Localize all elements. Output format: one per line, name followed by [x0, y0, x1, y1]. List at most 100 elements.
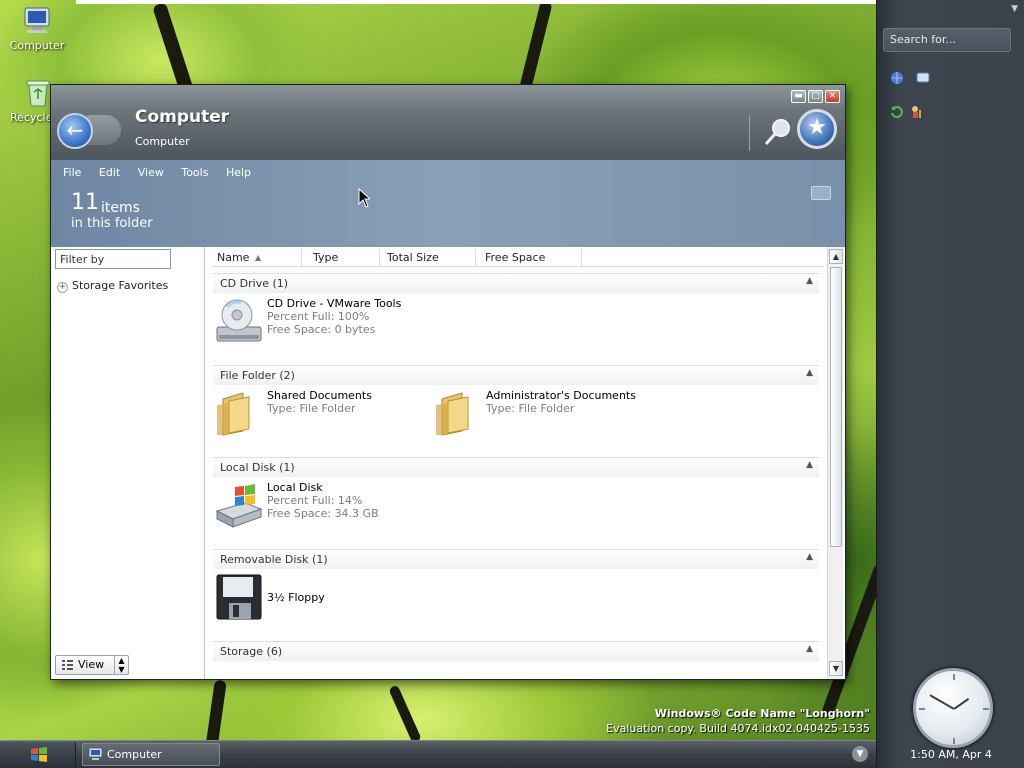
group-header-label: CD Drive (1): [220, 277, 289, 290]
preview-pane-button[interactable]: [811, 186, 831, 200]
sidebar-search-input[interactable]: Search for...: [883, 28, 1011, 52]
start-button[interactable]: [0, 742, 76, 767]
explorer-window: ← Computer Computer ▬ □ ✕ ★ File Edit Vi…: [50, 84, 846, 680]
collapse-icon[interactable]: ▲: [806, 552, 813, 562]
floppy-icon: [216, 574, 262, 620]
back-button[interactable]: ←: [57, 113, 93, 149]
item-name: Shared Documents: [267, 389, 372, 402]
list-view-icon: [62, 660, 73, 670]
group-header-local-disk[interactable]: Local Disk (1) ▲: [213, 457, 819, 477]
collapse-icon[interactable]: ▲: [806, 276, 813, 286]
group-header-label: Local Disk (1): [220, 461, 295, 474]
collapse-icon[interactable]: ▲: [806, 368, 813, 378]
view-spinner-icon[interactable]: ▲ ▼: [114, 656, 128, 674]
folder-icon: [217, 392, 250, 436]
menu-help[interactable]: Help: [226, 166, 251, 179]
star-icon: ★: [807, 115, 827, 140]
collapse-icon[interactable]: ▲: [806, 460, 813, 470]
list-item-local-disk[interactable]: Local Disk Percent Full: 14% Free Space:…: [215, 481, 415, 529]
globe-icon[interactable]: [889, 70, 905, 86]
computer-icon: [21, 6, 53, 36]
scroll-up-button[interactable]: ▲: [829, 249, 843, 264]
group-header-label: File Folder (2): [220, 369, 295, 382]
list-item-floppy[interactable]: 3½ Floppy: [215, 573, 375, 621]
storage-favorites[interactable]: + Storage Favorites: [57, 279, 168, 293]
expand-icon[interactable]: +: [57, 282, 68, 293]
watermark-build: Evaluation copy. Build 4074.idx02.040425…: [606, 722, 870, 735]
clock-time: 1:50 AM, Apr 4: [910, 748, 992, 761]
watermark-product: Windows® Code Name "Longhorn": [654, 707, 870, 720]
analog-clock: [913, 668, 993, 748]
item-name: CD Drive - VMware Tools: [267, 297, 402, 310]
column-type[interactable]: Type: [313, 251, 338, 264]
item-name: Local Disk: [267, 481, 323, 494]
window-title: Computer: [135, 107, 230, 127]
column-free-space[interactable]: Free Space: [485, 251, 545, 264]
content-pane: Name ▲ Type Total Size Free Space CD Dri…: [207, 247, 827, 679]
sidebar: ▼ Search for... 1:50 AM, Apr 4: [876, 0, 1024, 768]
minimize-button[interactable]: ▬: [791, 90, 806, 103]
collapse-icon[interactable]: ▲: [806, 644, 813, 654]
top-white-bar: [76, 0, 876, 4]
mouse-cursor-icon: [358, 188, 370, 208]
group-header-storage[interactable]: Storage (6) ▲: [213, 641, 819, 661]
wallpaper-branch: [205, 679, 227, 740]
group-header-cd-drive[interactable]: CD Drive (1) ▲: [213, 273, 819, 293]
item-detail: Type: File Folder: [267, 402, 356, 415]
menu-file[interactable]: File: [63, 166, 81, 179]
maximize-button[interactable]: □: [808, 90, 823, 103]
menu-tools[interactable]: Tools: [181, 166, 208, 179]
clock-hour-hand: [953, 697, 970, 710]
desktop-icon-label: Computer: [9, 39, 65, 52]
menu-bar: File Edit View Tools Help: [63, 166, 265, 179]
sort-ascending-icon: ▲: [255, 253, 262, 262]
menu-view[interactable]: View: [138, 166, 164, 179]
item-count-sub: in this folder: [71, 216, 153, 231]
desktop-icon-computer[interactable]: Computer: [2, 6, 72, 52]
clock-minute-hand: [929, 694, 955, 710]
toolbar-divider: [749, 115, 750, 151]
back-arrow-icon: ←: [66, 118, 84, 142]
scroll-down-button[interactable]: ▼: [829, 661, 843, 676]
navigation-pane: Filter by + Storage Favorites View ▲ ▼: [51, 247, 205, 679]
folder-icon: [436, 392, 469, 436]
list-item-cd-drive[interactable]: CD Drive - VMware Tools Percent Full: 10…: [215, 297, 475, 345]
view-button[interactable]: View ▲ ▼: [55, 655, 129, 675]
chat-icon[interactable]: [915, 70, 931, 86]
close-icon: ✕: [828, 91, 837, 101]
wallpaper-branch: [388, 684, 422, 740]
search-icon[interactable]: [763, 117, 793, 147]
window-titlebar[interactable]: ← Computer Computer ▬ □ ✕ ★: [51, 85, 845, 159]
scroll-thumb[interactable]: [830, 267, 842, 547]
menu-edit[interactable]: Edit: [99, 166, 120, 179]
hard-disk-icon: [215, 484, 263, 528]
refresh-arrow-icon[interactable]: [889, 104, 905, 120]
item-detail: Free Space: 0 bytes: [267, 323, 376, 336]
group-header-removable-disk[interactable]: Removable Disk (1) ▲: [213, 549, 819, 569]
item-name: Administrator's Documents: [486, 389, 636, 402]
column-total-size[interactable]: Total Size: [387, 251, 439, 264]
favorites-button[interactable]: ★: [797, 109, 837, 149]
item-count: 11: [71, 190, 99, 215]
list-item-shared-documents[interactable]: Shared Documents Type: File Folder: [215, 389, 425, 437]
list-item-administrators-documents[interactable]: Administrator's Documents Type: File Fol…: [434, 389, 684, 437]
user-key-icon[interactable]: [909, 104, 925, 120]
chevron-down-icon[interactable]: ▼: [1011, 4, 1018, 14]
group-header-file-folder[interactable]: File Folder (2) ▲: [213, 365, 819, 385]
close-button[interactable]: ✕: [825, 90, 840, 103]
filter-input[interactable]: Filter by: [55, 249, 171, 269]
column-name[interactable]: Name: [217, 251, 249, 264]
windows-flag-icon: [31, 747, 47, 762]
tray-expand-icon[interactable]: ▼: [852, 746, 868, 762]
item-name: 3½ Floppy: [267, 591, 325, 604]
group-header-label: Removable Disk (1): [220, 553, 328, 566]
minimize-icon: ▬: [794, 91, 803, 101]
build-watermark: Windows® Code Name "Longhorn" Evaluation…: [606, 706, 870, 736]
item-detail: Percent Full: 14%: [267, 494, 363, 507]
breadcrumb[interactable]: Computer: [135, 135, 190, 148]
vertical-scrollbar[interactable]: ▲ ▼: [827, 247, 843, 679]
group-header-label: Storage (6): [220, 645, 283, 658]
item-detail: Free Space: 34.3 GB: [267, 507, 379, 520]
desktop-icon-label: Recycle: [10, 111, 53, 124]
taskbar-item-computer[interactable]: Computer: [82, 743, 220, 766]
